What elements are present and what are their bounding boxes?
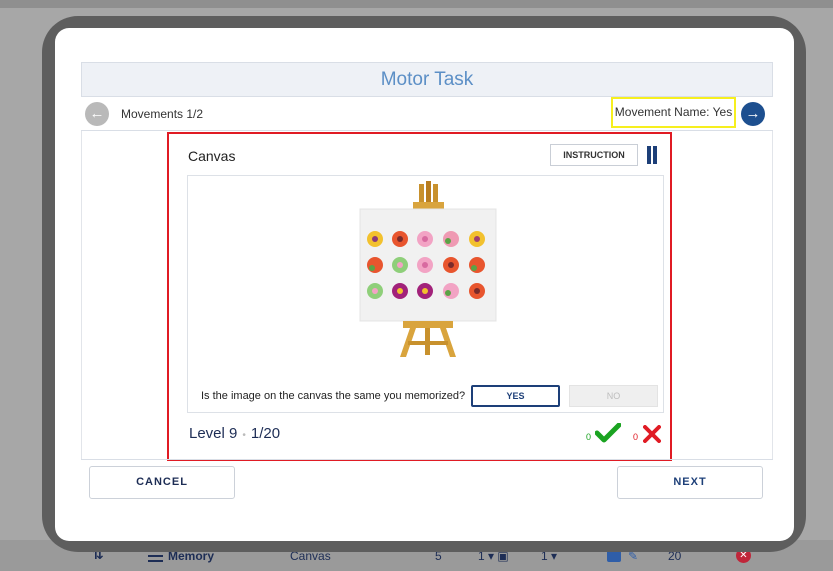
no-button[interactable]: NO <box>569 385 658 407</box>
back-arrow-icon[interactable]: ← <box>85 102 109 126</box>
forward-arrow-icon[interactable]: → <box>741 102 765 126</box>
check-icon <box>595 423 621 443</box>
progress-label: 1/20 <box>250 425 281 442</box>
instruction-button[interactable]: INSTRUCTION <box>550 144 638 166</box>
question-text: Is the image on the canvas the same you … <box>201 390 466 402</box>
background-app-top <box>0 0 833 8</box>
yes-button[interactable]: YES <box>471 385 560 407</box>
cross-icon <box>643 425 661 443</box>
pause-icon[interactable] <box>645 146 659 164</box>
next-button[interactable]: NEXT <box>617 466 763 499</box>
movements-counter: Movements 1/2 <box>121 107 204 121</box>
level-indicator: Level 9 • 1/20 <box>189 425 280 442</box>
task-panel: Canvas INSTRUCTION Is the image on the c… <box>167 132 672 461</box>
task-title: Canvas <box>188 148 236 164</box>
footer-divider <box>81 459 773 460</box>
separator-dot: • <box>242 430 246 441</box>
cancel-button[interactable]: CANCEL <box>89 466 235 499</box>
wrong-count: 0 <box>633 432 639 442</box>
stimulus-area: Is the image on the canvas the same you … <box>187 175 664 413</box>
page-title: Motor Task <box>81 62 773 97</box>
correct-count: 0 <box>586 432 592 442</box>
easel-icon <box>359 181 497 357</box>
divider-right <box>772 131 773 459</box>
movement-name-label: Movement Name: Yes <box>611 97 736 128</box>
divider-left <box>81 131 82 459</box>
movement-navigation: ← Movements 1/2 Movement Name: Yes → <box>81 97 773 131</box>
level-label: Level 9 <box>189 425 238 442</box>
